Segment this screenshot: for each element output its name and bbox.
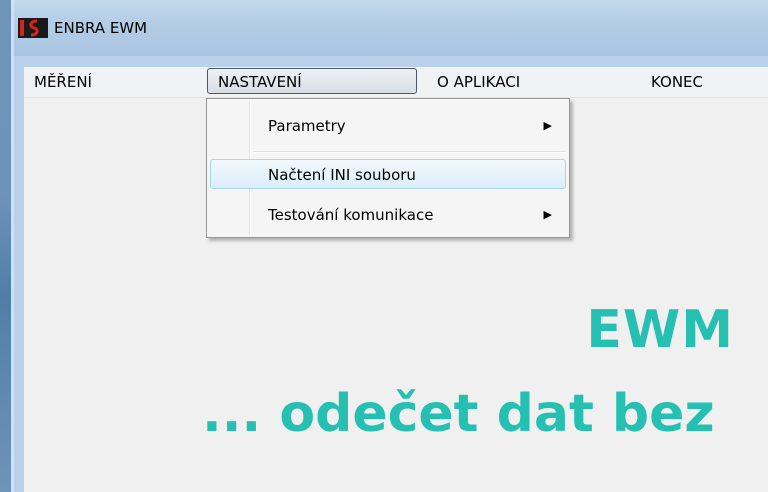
window-left-frame <box>0 0 14 492</box>
chevron-right-icon: ▶ <box>543 208 552 221</box>
menu-nastaveni[interactable]: NASTAVENÍ <box>207 68 417 94</box>
brand-title: EWM <box>586 300 734 360</box>
brand-subtitle: ... odečet dat bez <box>202 384 715 444</box>
dropdown-item-nacteni-ini[interactable]: Načtení INI souboru <box>210 159 566 189</box>
chevron-right-icon: ▶ <box>543 119 552 132</box>
menu-konec[interactable]: KONEC <box>651 67 703 97</box>
menu-bar: MĚŘENÍ NASTAVENÍ O APLIKACI KONEC <box>24 67 768 98</box>
menu-mereni[interactable]: MĚŘENÍ <box>34 67 92 97</box>
dropdown-item-label: Parametry <box>268 117 346 135</box>
window-frame-inner <box>14 56 24 492</box>
title-bar[interactable]: ENBRA EWM <box>14 0 768 56</box>
window-title: ENBRA EWM <box>54 19 148 37</box>
dropdown-item-parametry[interactable]: Parametry ▶ <box>210 111 566 141</box>
dropdown-item-label: Testování komunikace <box>268 206 434 224</box>
menu-o-aplikaci[interactable]: O APLIKACI <box>437 67 520 97</box>
dropdown-separator <box>253 151 566 153</box>
dropdown-item-testovani[interactable]: Testování komunikace ▶ <box>210 200 566 230</box>
nastaveni-dropdown: Parametry ▶ Načtení INI souboru Testován… <box>206 98 570 238</box>
enbra-logo-icon <box>18 18 48 38</box>
window-frame-top <box>14 56 768 67</box>
dropdown-item-label: Načtení INI souboru <box>268 166 416 184</box>
